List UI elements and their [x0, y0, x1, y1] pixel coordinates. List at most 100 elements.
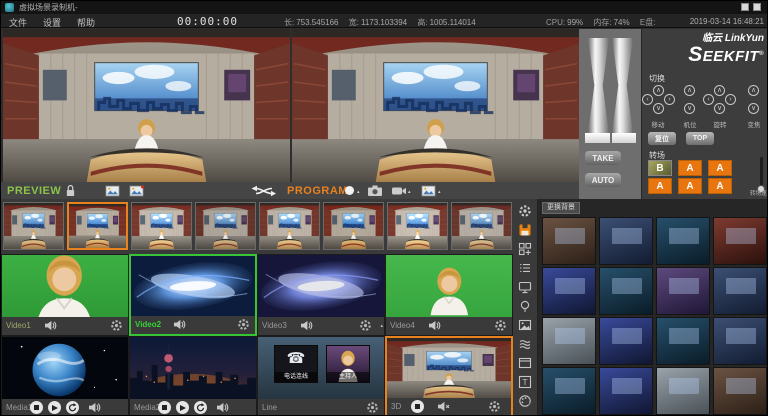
auto-button[interactable]: AUTO — [585, 173, 621, 187]
move-left-button[interactable]: ‹ — [642, 94, 653, 105]
subtitle-text-icon[interactable]: T — [518, 375, 532, 389]
video4-settings-icon[interactable] — [494, 319, 507, 332]
source-video2[interactable]: Video2 — [129, 254, 257, 336]
playlist-icon[interactable] — [518, 261, 532, 275]
zoom-out-button[interactable]: ∨ — [748, 103, 759, 114]
palette-icon[interactable] — [518, 394, 532, 408]
image-overlay-icon[interactable] — [518, 318, 532, 332]
rotate-right-button[interactable]: › — [725, 94, 736, 105]
change-background-tab[interactable]: 更换背景 — [542, 202, 580, 214]
scene-angle-thumbnail[interactable] — [195, 202, 256, 250]
tbar-lever-right[interactable] — [612, 38, 633, 133]
scene-thumbnail[interactable] — [542, 317, 596, 365]
media1-stop-button[interactable] — [30, 401, 43, 414]
rotate-up-button[interactable]: ∧ — [714, 85, 725, 96]
scene-thumbnail[interactable] — [599, 267, 653, 315]
program-monitor[interactable] — [292, 29, 579, 182]
monitor-icon[interactable] — [518, 280, 532, 294]
transition-a5-button[interactable]: A — [708, 178, 732, 194]
scene-thumbnail[interactable] — [656, 317, 710, 365]
media2-stop-button[interactable] — [158, 401, 171, 414]
transition-a1-button[interactable]: A — [678, 160, 702, 176]
lock-icon[interactable] — [65, 184, 76, 197]
3d-stop-button[interactable] — [411, 400, 424, 413]
media1-loop-button[interactable] — [66, 401, 79, 414]
record-dropdown-icon[interactable]: ▴ — [357, 189, 360, 195]
scene-thumbnail[interactable] — [713, 367, 767, 415]
tbar-lever-left[interactable] — [588, 38, 609, 133]
scene-thumbnail[interactable] — [713, 217, 767, 265]
source-video4[interactable]: Video4 — [385, 254, 513, 336]
video2-settings-icon[interactable] — [237, 318, 250, 331]
scene-thumbnail[interactable] — [656, 267, 710, 315]
source-video1[interactable]: Video1 — [1, 254, 129, 336]
add-layout-icon[interactable] — [518, 242, 532, 256]
move-down-button[interactable]: ∨ — [653, 103, 664, 114]
scene-thumbnail[interactable] — [542, 217, 596, 265]
snapshot-preview2-icon[interactable] — [129, 185, 144, 197]
scene-thumbnail[interactable] — [713, 267, 767, 315]
videocam-dropdown-icon[interactable]: ▴ — [408, 189, 411, 195]
rotate-left-button[interactable]: ‹ — [703, 94, 714, 105]
phone-call-button[interactable]: ☎ 电话连线 — [274, 345, 318, 383]
swap-preview-program-icon[interactable] — [249, 185, 277, 197]
scene-angle-thumbnail[interactable] — [259, 202, 320, 250]
video1-settings-icon[interactable] — [110, 319, 123, 332]
video2-audio-icon[interactable] — [173, 319, 186, 330]
rotate-down-button[interactable]: ∨ — [714, 103, 725, 114]
videocam-icon[interactable] — [391, 186, 407, 196]
transition-a2-button[interactable]: A — [708, 160, 732, 176]
3d-settings-icon[interactable] — [488, 400, 501, 413]
media1-play-button[interactable] — [48, 401, 61, 414]
transition-a4-button[interactable]: A — [678, 178, 702, 194]
record-icon[interactable] — [345, 186, 354, 195]
video1-audio-icon[interactable] — [44, 320, 57, 331]
media2-loop-button[interactable] — [194, 401, 207, 414]
scene-thumbnail[interactable] — [599, 217, 653, 265]
transition-b-button[interactable]: B — [648, 160, 672, 176]
save-icon[interactable] — [518, 223, 532, 237]
scene-thumbnail[interactable] — [656, 367, 710, 415]
media1-audio-icon[interactable] — [88, 402, 101, 413]
scene-thumbnail[interactable] — [656, 217, 710, 265]
media2-play-button[interactable] — [176, 401, 189, 414]
transition-a3-button[interactable]: A — [648, 178, 672, 194]
source-line[interactable]: ☎ 电话连线 主持人 Line — [257, 336, 385, 416]
scene-thumbnail[interactable] — [542, 267, 596, 315]
scene-angle-thumbnail[interactable] — [451, 202, 512, 250]
height-up-button[interactable]: ∧ — [684, 85, 695, 96]
scene-angle-thumbnail[interactable] — [131, 202, 192, 250]
top-view-button[interactable]: TOP — [686, 132, 714, 145]
source-media2[interactable]: Media2 — [129, 336, 257, 416]
scene-angle-thumbnail[interactable] — [3, 202, 64, 250]
menu-file[interactable]: 文件 — [9, 16, 27, 29]
scene-angle-thumbnail[interactable] — [323, 202, 384, 250]
line-settings-icon[interactable] — [366, 401, 379, 414]
3d-audio-muted-icon[interactable] — [437, 401, 450, 412]
reset-button[interactable]: 复位 — [648, 132, 676, 145]
window-close-button[interactable] — [753, 3, 761, 11]
host-button[interactable]: 主持人 — [326, 345, 370, 383]
source-media1[interactable]: Media1 — [1, 336, 129, 416]
settings-gear-icon[interactable] — [518, 204, 532, 218]
camera-snapshot-icon[interactable] — [367, 184, 383, 197]
window-frame-icon[interactable] — [518, 356, 532, 370]
scene-angle-thumbnail-selected[interactable] — [67, 202, 128, 250]
scene-thumbnail[interactable] — [599, 367, 653, 415]
effects-layers-icon[interactable] — [518, 337, 532, 351]
snapshot-preview-icon[interactable] — [105, 185, 120, 197]
still-dropdown-icon[interactable]: ▴ — [438, 189, 441, 195]
zoom-in-button[interactable]: ∧ — [748, 85, 759, 96]
video3-audio-icon[interactable] — [300, 320, 313, 331]
scene-thumbnail[interactable] — [599, 317, 653, 365]
light-icon[interactable] — [518, 299, 532, 313]
media2-audio-icon[interactable] — [216, 402, 229, 413]
scene-angle-thumbnail[interactable] — [387, 202, 448, 250]
menu-settings[interactable]: 设置 — [43, 16, 61, 29]
source-3d[interactable]: 3D — [385, 336, 513, 416]
move-up-button[interactable]: ∧ — [653, 85, 664, 96]
menu-help[interactable]: 帮助 — [77, 16, 95, 29]
video4-audio-icon[interactable] — [428, 320, 441, 331]
preview-monitor[interactable] — [3, 29, 290, 182]
height-down-button[interactable]: ∨ — [684, 103, 695, 114]
